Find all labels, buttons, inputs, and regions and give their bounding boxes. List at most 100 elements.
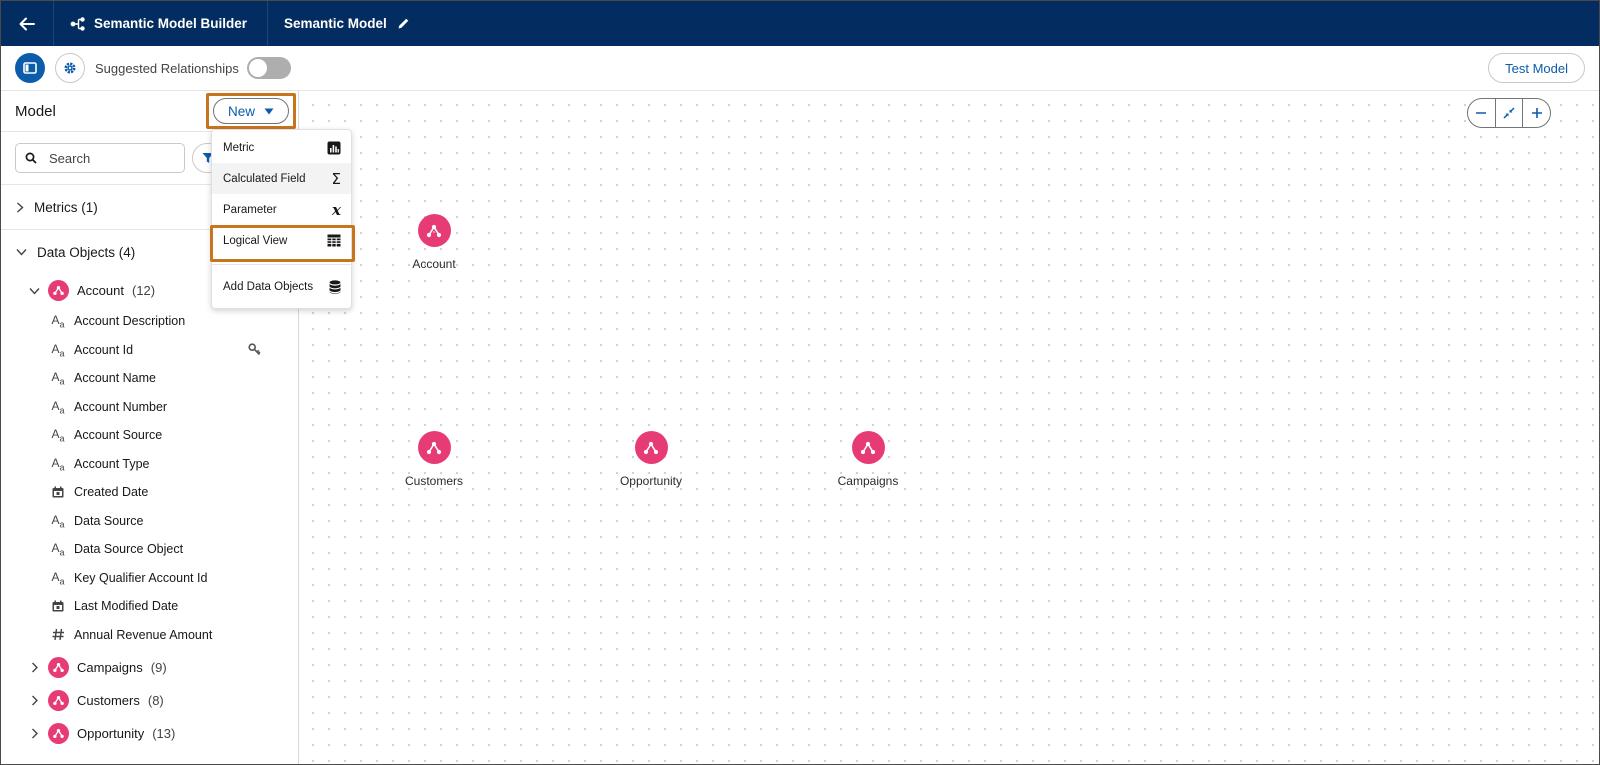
field-row[interactable]: Aa Account Name bbox=[1, 364, 298, 393]
text-icon: Aa bbox=[51, 370, 65, 387]
field-label: Account Number bbox=[74, 399, 168, 414]
field-row[interactable]: Created Date bbox=[1, 478, 298, 507]
menu-item-label: Calculated Field bbox=[223, 172, 306, 185]
field-row[interactable]: Aa Data Source bbox=[1, 507, 298, 536]
menu-item-logical-view[interactable]: Logical View bbox=[212, 225, 351, 256]
metrics-section-label: Metrics (1) bbox=[34, 199, 98, 215]
search-icon bbox=[25, 152, 37, 164]
object-count: (13) bbox=[152, 726, 176, 741]
field-label: Account Source bbox=[74, 428, 163, 443]
settings-button[interactable] bbox=[55, 53, 85, 83]
arrow-left-icon bbox=[19, 17, 35, 30]
gear-icon bbox=[64, 62, 76, 74]
app-window: Semantic Model Builder Semantic Model Su… bbox=[0, 0, 1600, 765]
menu-item-add-data-objects[interactable]: Add Data Objects bbox=[212, 271, 351, 302]
text-icon: Aa bbox=[51, 341, 65, 358]
chevron-down-icon bbox=[29, 287, 40, 295]
data-object-icon bbox=[851, 431, 885, 464]
object-name: Customers bbox=[77, 693, 140, 708]
field-row[interactable]: Aa Account Type bbox=[1, 450, 298, 479]
canvas-node-campaigns[interactable]: Campaigns bbox=[813, 431, 923, 488]
text-icon: Aa bbox=[51, 455, 65, 472]
canvas-node-customers[interactable]: Customers bbox=[379, 431, 489, 488]
text-icon: Aa bbox=[51, 398, 65, 415]
toolbar: Suggested Relationships Test Model bbox=[1, 46, 1599, 91]
field-label: Account Name bbox=[74, 371, 156, 386]
new-button[interactable]: New bbox=[213, 98, 289, 124]
plus-icon bbox=[1531, 108, 1542, 118]
app-title-label: Semantic Model Builder bbox=[94, 16, 248, 31]
hierarchy-icon bbox=[70, 16, 85, 31]
table-icon bbox=[327, 234, 341, 247]
variable-x-icon: x bbox=[332, 200, 341, 219]
sigma-icon: Σ bbox=[331, 169, 341, 188]
field-row[interactable]: Aa Account Id bbox=[1, 336, 298, 365]
model-canvas[interactable]: Account Customers Opportunity Campaigns bbox=[299, 91, 1599, 764]
object-row-campaigns[interactable]: Campaigns (9) bbox=[1, 651, 298, 684]
canvas-node-label: Customers bbox=[404, 474, 463, 488]
model-title: Semantic Model bbox=[268, 16, 426, 31]
chevron-right-icon bbox=[32, 695, 38, 706]
database-icon bbox=[329, 279, 341, 294]
suggested-relationships-toggle[interactable] bbox=[246, 57, 291, 79]
menu-item-metric[interactable]: Metric bbox=[212, 132, 351, 163]
app-title: Semantic Model Builder bbox=[54, 1, 267, 46]
data-object-icon bbox=[48, 723, 69, 744]
menu-divider bbox=[212, 264, 351, 265]
menu-item-label: Metric bbox=[223, 141, 255, 154]
calendar-icon bbox=[51, 600, 65, 612]
field-row[interactable]: Annual Revenue Amount bbox=[1, 621, 298, 650]
field-label: Account Id bbox=[74, 342, 134, 357]
canvas-node-label: Campaigns bbox=[837, 474, 899, 488]
field-row[interactable]: Aa Account Source bbox=[1, 421, 298, 450]
field-row[interactable]: Aa Key Qualifier Account Id bbox=[1, 564, 298, 593]
field-label: Annual Revenue Amount bbox=[74, 627, 213, 642]
menu-item-label: Add Data Objects bbox=[223, 280, 314, 293]
model-title-label: Semantic Model bbox=[284, 16, 387, 31]
field-label: Key Qualifier Account Id bbox=[74, 570, 208, 585]
text-icon: Aa bbox=[51, 427, 65, 444]
new-button-highlight: New bbox=[206, 93, 296, 129]
sidebar-header: Model New bbox=[1, 91, 298, 132]
object-row-opportunity[interactable]: Opportunity (13) bbox=[1, 717, 298, 750]
field-row[interactable]: Last Modified Date bbox=[1, 592, 298, 621]
caret-down-icon bbox=[264, 108, 274, 114]
pencil-icon[interactable] bbox=[397, 17, 410, 30]
new-menu: Metric Calculated Field Σ Parameter x Lo… bbox=[211, 129, 352, 309]
menu-item-calculated-field[interactable]: Calculated Field Σ bbox=[212, 163, 351, 194]
canvas-node-label: Account bbox=[412, 257, 456, 271]
field-row[interactable]: Aa Account Description bbox=[1, 307, 298, 336]
text-icon: Aa bbox=[51, 541, 65, 558]
fit-view-button[interactable] bbox=[1494, 99, 1523, 127]
search-input[interactable] bbox=[47, 149, 167, 167]
menu-item-label: Parameter bbox=[223, 203, 277, 216]
data-object-icon bbox=[417, 431, 451, 464]
data-object-icon bbox=[634, 431, 668, 464]
zoom-control bbox=[1467, 98, 1551, 128]
object-name: Campaigns bbox=[77, 660, 143, 675]
object-count: (12) bbox=[131, 283, 156, 298]
back-button[interactable] bbox=[1, 1, 53, 46]
field-row[interactable]: Aa Data Source Object bbox=[1, 535, 298, 564]
field-label: Created Date bbox=[74, 485, 149, 500]
canvas-node-account[interactable]: Account bbox=[379, 214, 489, 271]
contract-icon bbox=[1503, 107, 1515, 119]
field-label: Account Description bbox=[74, 314, 186, 329]
data-object-icon bbox=[48, 690, 69, 711]
text-icon: Aa bbox=[51, 313, 65, 330]
toggle-knob bbox=[248, 59, 267, 77]
key-icon bbox=[248, 342, 261, 355]
bar-chart-icon bbox=[327, 141, 341, 154]
chevron-down-icon bbox=[16, 249, 27, 256]
zoom-in-button[interactable] bbox=[1522, 99, 1550, 127]
object-row-customers[interactable]: Customers (8) bbox=[1, 684, 298, 717]
text-icon: Aa bbox=[51, 569, 65, 586]
canvas-node-opportunity[interactable]: Opportunity bbox=[596, 431, 706, 488]
test-model-button[interactable]: Test Model bbox=[1488, 53, 1585, 83]
menu-item-parameter[interactable]: Parameter x bbox=[212, 194, 351, 225]
zoom-out-button[interactable] bbox=[1468, 99, 1495, 127]
search-box[interactable] bbox=[15, 143, 185, 173]
toggle-panel-button[interactable] bbox=[15, 53, 45, 83]
suggested-relationships-label: Suggested Relationships bbox=[95, 60, 239, 76]
field-row[interactable]: Aa Account Number bbox=[1, 393, 298, 422]
